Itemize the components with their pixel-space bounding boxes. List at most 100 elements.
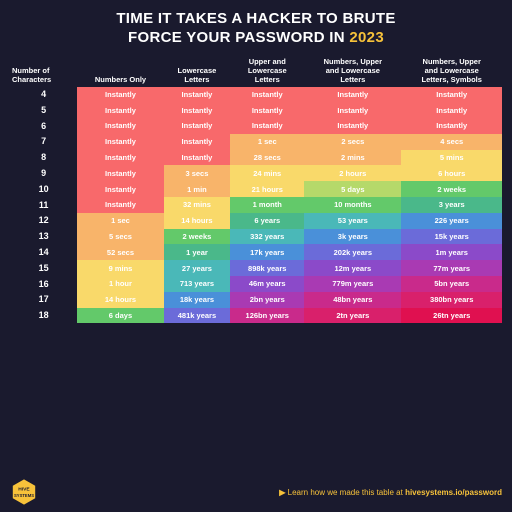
table-row: 4InstantlyInstantlyInstantlyInstantlyIns…	[10, 87, 502, 103]
char-count-cell: 13	[10, 229, 77, 245]
table-row: 1452 secs1 year17k years202k years1m yea…	[10, 244, 502, 260]
data-cell: 46m years	[230, 276, 304, 292]
table-row: 5InstantlyInstantlyInstantlyInstantlyIns…	[10, 102, 502, 118]
data-cell: Instantly	[164, 102, 231, 118]
data-cell: 10 months	[304, 197, 401, 213]
table-row: 8InstantlyInstantly28 secs2 mins5 mins	[10, 150, 502, 166]
char-count-cell: 7	[10, 134, 77, 150]
footer: HIVE SYSTEMS ▶ Learn how we made this ta…	[10, 478, 502, 506]
char-count-cell: 15	[10, 260, 77, 276]
data-cell: 3k years	[304, 229, 401, 245]
data-cell: Instantly	[304, 87, 401, 103]
data-cell: 380bn years	[401, 292, 502, 308]
data-cell: 1 min	[164, 181, 231, 197]
table-wrapper: Number ofCharactersNumbers OnlyLowercase…	[10, 54, 502, 474]
data-cell: 6 hours	[401, 165, 502, 181]
data-cell: 24 mins	[230, 165, 304, 181]
column-header-1: Numbers Only	[77, 54, 163, 87]
data-cell: 12m years	[304, 260, 401, 276]
table-row: 7InstantlyInstantly1 sec2 secs4 secs	[10, 134, 502, 150]
table-row: 11Instantly32 mins1 month10 months3 year…	[10, 197, 502, 213]
data-cell: 481k years	[164, 308, 231, 324]
char-count-cell: 9	[10, 165, 77, 181]
main-container: TIME IT TAKES A HACKER TO BRUTE FORCE YO…	[0, 0, 512, 512]
data-cell: 1 sec	[77, 213, 163, 229]
data-cell: 226 years	[401, 213, 502, 229]
column-header-4: Numbers, Upperand LowercaseLetters	[304, 54, 401, 87]
svg-text:HIVE: HIVE	[18, 487, 30, 493]
data-cell: Instantly	[230, 118, 304, 134]
data-cell: Instantly	[77, 197, 163, 213]
data-cell: Instantly	[164, 150, 231, 166]
data-cell: 2 secs	[304, 134, 401, 150]
logo: HIVE SYSTEMS	[10, 478, 38, 506]
char-count-cell: 6	[10, 118, 77, 134]
data-cell: 2 hours	[304, 165, 401, 181]
data-cell: 2bn years	[230, 292, 304, 308]
column-header-3: Upper andLowercaseLetters	[230, 54, 304, 87]
data-cell: Instantly	[304, 102, 401, 118]
data-cell: Instantly	[77, 87, 163, 103]
data-cell: Instantly	[401, 87, 502, 103]
char-count-cell: 18	[10, 308, 77, 324]
data-cell: Instantly	[77, 150, 163, 166]
data-cell: 3 secs	[164, 165, 231, 181]
data-cell: Instantly	[304, 118, 401, 134]
data-cell: 1 sec	[230, 134, 304, 150]
table-row: 1714 hours18k years2bn years48bn years38…	[10, 292, 502, 308]
char-count-cell: 12	[10, 213, 77, 229]
data-cell: Instantly	[77, 165, 163, 181]
data-cell: 202k years	[304, 244, 401, 260]
data-cell: 15k years	[401, 229, 502, 245]
data-cell: 53 years	[304, 213, 401, 229]
data-cell: 2 weeks	[401, 181, 502, 197]
password-table: Number ofCharactersNumbers OnlyLowercase…	[10, 54, 502, 324]
data-cell: 5bn years	[401, 276, 502, 292]
data-cell: 332 years	[230, 229, 304, 245]
column-header-5: Numbers, Upperand LowercaseLetters, Symb…	[401, 54, 502, 87]
data-cell: 2 mins	[304, 150, 401, 166]
data-cell: 1 hour	[77, 276, 163, 292]
data-cell: Instantly	[77, 134, 163, 150]
data-cell: 26tn years	[401, 308, 502, 324]
table-row: 121 sec14 hours6 years53 years226 years	[10, 213, 502, 229]
data-cell: Instantly	[77, 118, 163, 134]
data-cell: 6 years	[230, 213, 304, 229]
char-count-cell: 4	[10, 87, 77, 103]
data-cell: 5 secs	[77, 229, 163, 245]
data-cell: 126bn years	[230, 308, 304, 324]
data-cell: 2tn years	[304, 308, 401, 324]
data-cell: 48bn years	[304, 292, 401, 308]
data-cell: 77m years	[401, 260, 502, 276]
hive-logo-icon: HIVE SYSTEMS	[10, 478, 38, 506]
data-cell: 21 hours	[230, 181, 304, 197]
data-cell: 898k years	[230, 260, 304, 276]
char-count-cell: 14	[10, 244, 77, 260]
data-cell: Instantly	[230, 102, 304, 118]
char-count-cell: 16	[10, 276, 77, 292]
data-cell: 9 mins	[77, 260, 163, 276]
data-cell: Instantly	[164, 134, 231, 150]
column-header-0: Number ofCharacters	[10, 54, 77, 87]
data-cell: Instantly	[77, 181, 163, 197]
data-cell: 27 years	[164, 260, 231, 276]
footer-link: ▶ Learn how we made this table at hivesy…	[46, 488, 502, 497]
data-cell: 713 years	[164, 276, 231, 292]
data-cell: 14 hours	[77, 292, 163, 308]
data-cell: 5 days	[304, 181, 401, 197]
data-cell: 1 month	[230, 197, 304, 213]
data-cell: 2 weeks	[164, 229, 231, 245]
data-cell: 6 days	[77, 308, 163, 324]
data-cell: 14 hours	[164, 213, 231, 229]
table-row: 186 days481k years126bn years2tn years26…	[10, 308, 502, 324]
data-cell: Instantly	[401, 102, 502, 118]
table-row: 159 mins27 years898k years12m years77m y…	[10, 260, 502, 276]
data-cell: 52 secs	[77, 244, 163, 260]
page-title: TIME IT TAKES A HACKER TO BRUTE FORCE YO…	[10, 10, 502, 48]
char-count-cell: 11	[10, 197, 77, 213]
char-count-cell: 8	[10, 150, 77, 166]
data-cell: 32 mins	[164, 197, 231, 213]
table-row: 135 secs2 weeks332 years3k years15k year…	[10, 229, 502, 245]
data-cell: 1m years	[401, 244, 502, 260]
data-cell: Instantly	[401, 118, 502, 134]
